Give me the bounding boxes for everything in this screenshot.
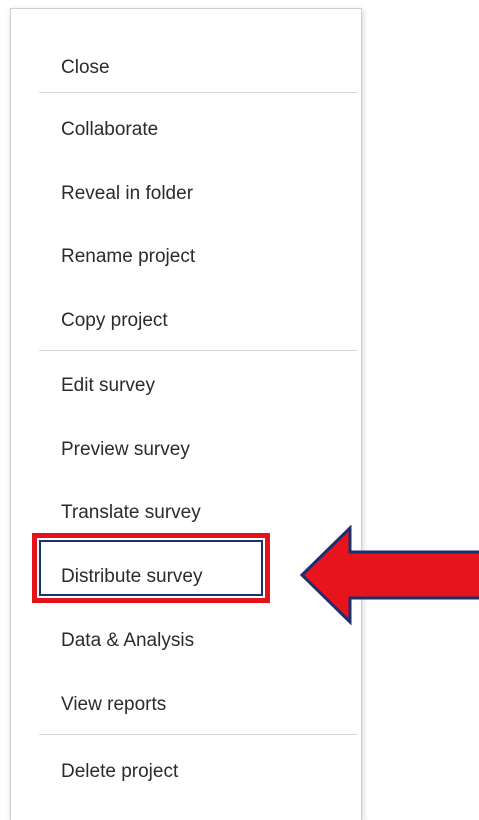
menu-item-reveal-in-folder[interactable]: Reveal in folder (61, 182, 193, 206)
menu-item-translate-survey[interactable]: Translate survey (61, 501, 201, 525)
menu-divider (39, 92, 357, 93)
menu-item-data-analysis[interactable]: Data & Analysis (61, 629, 194, 653)
project-actions-menu: Close Collaborate Reveal in folder Renam… (10, 8, 362, 820)
menu-item-edit-survey[interactable]: Edit survey (61, 374, 155, 398)
menu-item-preview-survey[interactable]: Preview survey (61, 438, 190, 462)
menu-item-rename-project[interactable]: Rename project (61, 245, 195, 269)
arrow-left-icon (299, 525, 479, 625)
menu-item-close[interactable]: Close (61, 56, 110, 80)
menu-divider (39, 350, 357, 351)
menu-item-delete-project[interactable]: Delete project (61, 760, 178, 784)
highlight-box (32, 533, 270, 603)
menu-item-collaborate[interactable]: Collaborate (61, 118, 158, 142)
menu-item-copy-project[interactable]: Copy project (61, 309, 168, 333)
menu-divider (39, 734, 357, 735)
menu-item-view-reports[interactable]: View reports (61, 693, 166, 717)
